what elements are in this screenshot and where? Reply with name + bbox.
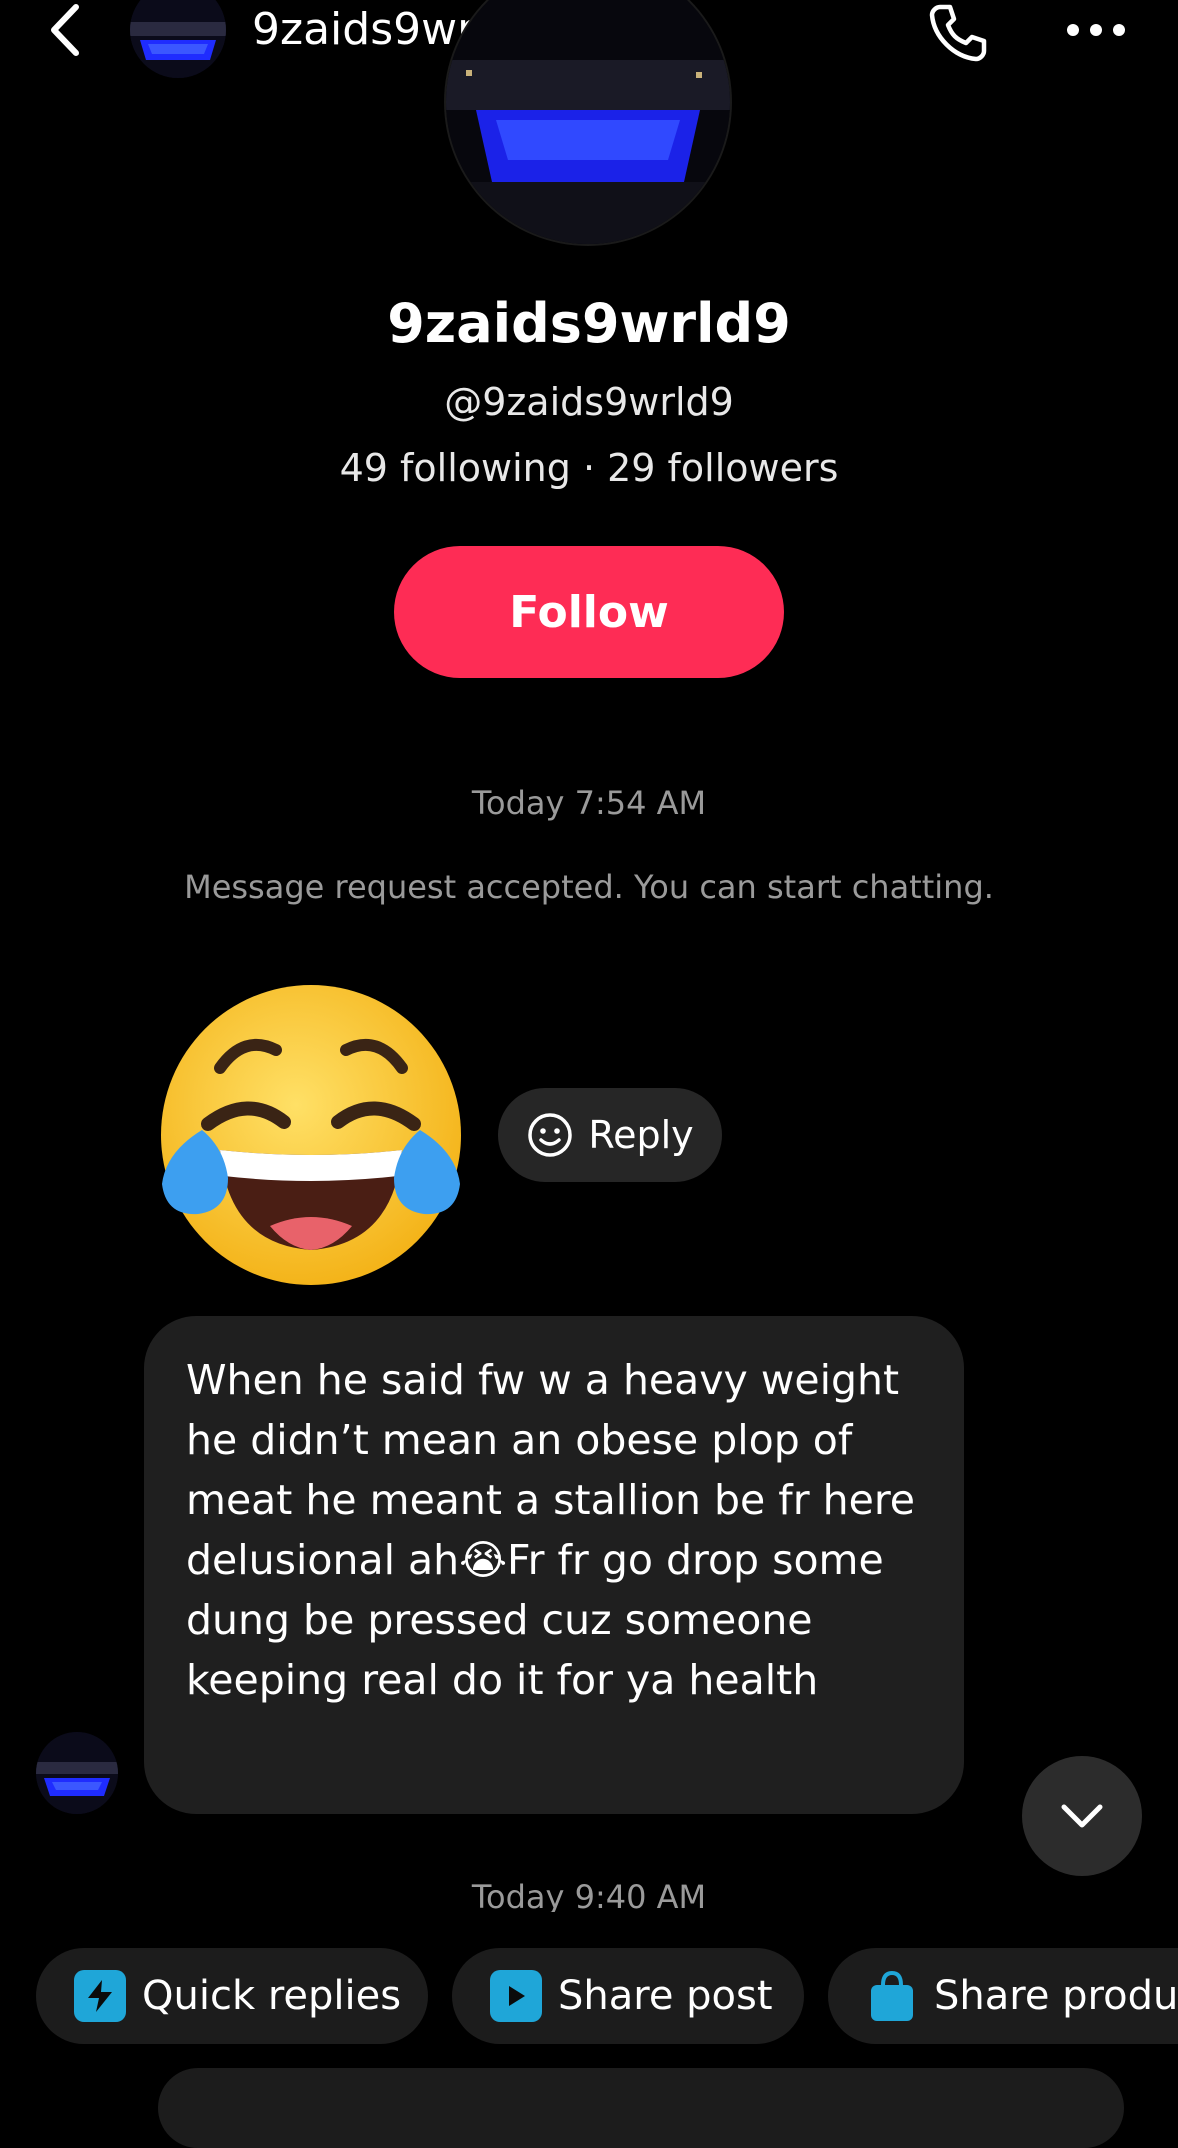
share-post-button[interactable]: Share post — [452, 1948, 804, 2044]
timestamp: Today 9:40 AM — [471, 1878, 707, 1912]
system-message: Message request accepted. You can start … — [184, 868, 994, 906]
profile-stats: 49 following · 29 followers — [339, 446, 839, 490]
message-bubble[interactable]: When he said fw w a heavy weight he didn… — [144, 1316, 964, 1814]
scroll-to-bottom-button[interactable] — [1022, 1756, 1142, 1876]
quick-replies-button[interactable]: Quick replies — [36, 1948, 428, 2044]
chip-label: Quick replies — [142, 1973, 402, 2019]
back-button[interactable] — [40, 0, 90, 60]
profile-handle: @9zaids9wrld9 — [444, 380, 734, 424]
phone-icon — [929, 4, 987, 62]
tears-of-joy-emoji-icon — [161, 985, 461, 1285]
emoji-message[interactable]: 😂 — [158, 982, 464, 1288]
timestamp: Today 7:54 AM — [471, 784, 707, 822]
share-product-button[interactable]: Share produc — [828, 1948, 1178, 2044]
back-chevron-icon — [51, 4, 79, 56]
header-avatar[interactable] — [130, 0, 226, 78]
message-composer[interactable] — [158, 2068, 1124, 2148]
call-button[interactable] — [922, 0, 994, 66]
profile-display-name: 9zaids9wrld9 — [387, 292, 791, 355]
sender-avatar[interactable] — [36, 1732, 118, 1814]
play-square-icon — [490, 1970, 542, 2022]
smiley-icon — [528, 1113, 573, 1157]
chip-label: Share produc — [934, 1973, 1178, 2019]
chevron-down-icon — [1061, 1804, 1103, 1828]
message-text: When he said fw w a heavy weight he didn… — [186, 1356, 929, 1704]
lightning-bolt-icon — [74, 1970, 126, 2022]
reply-button[interactable]: Reply — [498, 1088, 722, 1182]
more-options-button[interactable] — [1058, 0, 1134, 60]
shopping-bag-icon — [866, 1970, 918, 2022]
follow-button[interactable]: Follow — [394, 546, 784, 678]
chip-label: Share post — [558, 1973, 773, 2019]
profile-avatar[interactable] — [446, 0, 730, 244]
reply-label: Reply — [588, 1113, 694, 1157]
more-dots-icon — [1067, 24, 1125, 36]
